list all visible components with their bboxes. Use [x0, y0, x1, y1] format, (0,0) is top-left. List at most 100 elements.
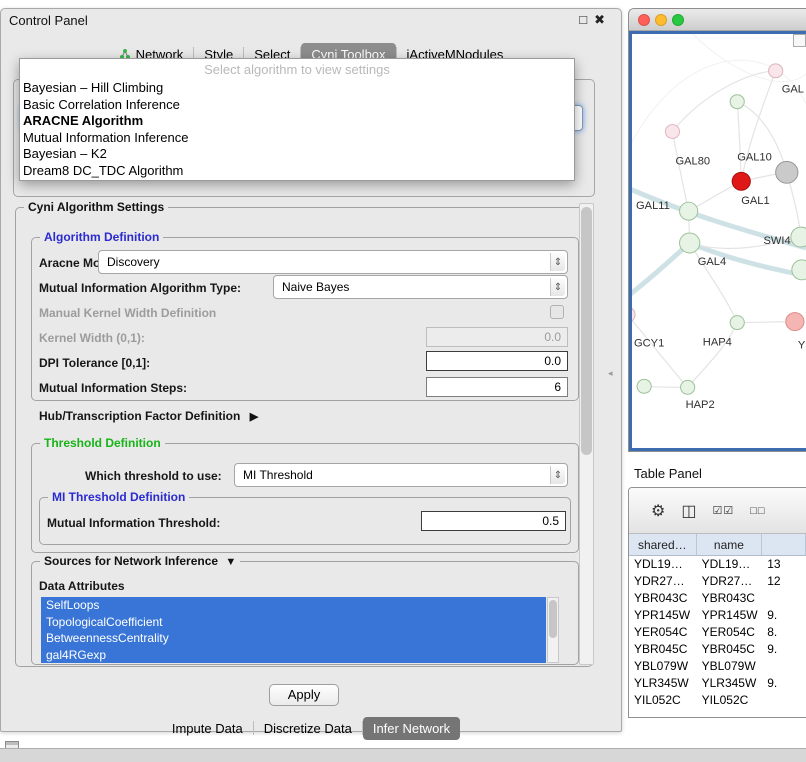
hub-definition-toggle[interactable]: Hub/Transcription Factor Definition ▶: [39, 409, 258, 423]
dropdown-item[interactable]: Mutual Information Inference: [20, 130, 574, 147]
network-node[interactable]: [637, 379, 651, 393]
close-icon[interactable]: ✖: [594, 12, 605, 28]
network-node[interactable]: [769, 64, 783, 78]
kernel-width-field[interactable]: [426, 327, 568, 347]
network-node[interactable]: [632, 307, 635, 323]
table-row[interactable]: YLR345W YLR345W 9.: [629, 675, 806, 692]
network-node[interactable]: [730, 95, 744, 109]
table-cell: 12: [762, 573, 806, 590]
algorithm-dropdown-popup: Select algorithm to view settings Bayesi…: [19, 58, 575, 181]
attribute-list-item[interactable]: BetweennessCentrality: [41, 630, 546, 647]
which-threshold-combobox[interactable]: MI Threshold ⇕: [234, 463, 568, 487]
chevron-updown-icon: ⇕: [550, 466, 565, 484]
manual-kernel-checkbox[interactable]: [550, 305, 564, 319]
dropdown-item[interactable]: Dream8 DC_TDC Algorithm: [20, 163, 574, 180]
network-node[interactable]: [680, 202, 698, 220]
sources-group-title[interactable]: Sources for Network Inference ▼: [40, 554, 240, 568]
network-node-label: SWI4: [764, 235, 791, 247]
network-node[interactable]: [776, 161, 798, 183]
attribute-list-item[interactable]: TopologicalCoefficient: [41, 614, 546, 631]
network-node[interactable]: [792, 260, 806, 280]
aracne-mode-combobox[interactable]: Discovery ⇕: [98, 250, 568, 274]
scrollbar-thumb[interactable]: [549, 600, 557, 638]
network-node-label: GAL11: [636, 200, 670, 212]
hub-definition-label: Hub/Transcription Factor Definition: [39, 409, 240, 423]
manual-kernel-label: Manual Kernel Width Definition: [39, 306, 216, 320]
table-row[interactable]: YER054C YER054C 8.: [629, 624, 806, 641]
zoom-traffic-icon[interactable]: [672, 14, 684, 26]
network-background-arcs: [632, 34, 806, 163]
dropdown-item-selected[interactable]: ARACNE Algorithm: [20, 113, 574, 130]
table-row[interactable]: YBL079W YBL079W: [629, 658, 806, 675]
scrollbar-thumb[interactable]: [581, 207, 592, 455]
table-cell: 9.: [762, 607, 806, 624]
attribute-list: SelfLoops TopologicalCoefficient Between…: [41, 597, 546, 663]
dropdown-item[interactable]: Bayesian – K2: [20, 146, 574, 163]
network-node[interactable]: [680, 233, 700, 253]
mi-steps-field[interactable]: [426, 377, 568, 397]
network-node-label: Y: [798, 340, 806, 352]
table-row[interactable]: YIL052C YIL052C: [629, 692, 806, 709]
table-cell: 9.: [762, 641, 806, 658]
network-node-labels: GAL80 GAL10 GAL11 GAL1 SWI4 GAL4 GCY1 HA…: [634, 84, 806, 411]
column-header[interactable]: [762, 534, 806, 555]
deselect-all-icon[interactable]: □□: [750, 505, 765, 517]
attribute-list-item[interactable]: gal4RGexp: [41, 647, 546, 664]
view-corner-box: [793, 34, 806, 47]
table-toolbar: ⚙ ◫ ☑☑ □□: [629, 488, 806, 534]
network-node[interactable]: [786, 313, 804, 331]
network-node[interactable]: [730, 316, 744, 330]
gear-icon[interactable]: ⚙: [651, 501, 665, 521]
mi-type-combobox[interactable]: Naive Bayes ⇕: [273, 275, 568, 299]
network-node-highlighted[interactable]: [732, 172, 750, 190]
table-row[interactable]: YDR27… YDR27… 12: [629, 573, 806, 590]
splitter-collapse-handle[interactable]: ◂: [608, 367, 618, 379]
columns-icon[interactable]: ◫: [681, 501, 696, 521]
table-cell: YBL079W: [697, 658, 763, 675]
network-node-label: GAL80: [676, 155, 711, 167]
apply-button[interactable]: Apply: [269, 684, 339, 706]
table-cell: YPR145W: [697, 607, 763, 624]
dropdown-item[interactable]: Bayesian – Hill Climbing: [20, 80, 574, 97]
table-row[interactable]: YPR145W YPR145W 9.: [629, 607, 806, 624]
tab-infer-network[interactable]: Infer Network: [363, 717, 460, 740]
mi-threshold-label: Mutual Information Threshold:: [47, 516, 220, 530]
select-all-icon[interactable]: ☑☑: [712, 504, 734, 517]
float-window-icon[interactable]: □: [579, 12, 587, 28]
mi-type-label: Mutual Information Algorithm Type:: [39, 281, 241, 295]
tab-discretize-data[interactable]: Discretize Data: [254, 717, 362, 740]
network-node-label: GAL: [782, 84, 804, 96]
chevron-right-icon: ▶: [250, 411, 258, 423]
network-node[interactable]: [791, 227, 806, 247]
table-cell: [762, 590, 806, 607]
mi-threshold-field[interactable]: [421, 511, 566, 531]
table-row[interactable]: YBR043C YBR043C: [629, 590, 806, 607]
table-row[interactable]: YDL19… YDL19… 13: [629, 556, 806, 573]
network-node-label: GAL10: [737, 151, 772, 163]
network-node[interactable]: [681, 380, 695, 394]
table-cell: [762, 692, 806, 709]
data-attributes-label: Data Attributes: [39, 579, 125, 593]
column-header[interactable]: name: [697, 534, 763, 555]
group-title: MI Threshold Definition: [48, 490, 189, 504]
minimize-traffic-icon[interactable]: [655, 14, 667, 26]
network-node-label: GAL1: [741, 195, 769, 207]
which-threshold-label: Which threshold to use:: [85, 469, 222, 483]
table-cell: 9.: [762, 675, 806, 692]
dpi-tolerance-field[interactable]: [426, 351, 568, 371]
tab-label: Impute Data: [172, 721, 243, 736]
tab-label: Discretize Data: [264, 721, 352, 736]
table-cell: 8.: [762, 624, 806, 641]
attribute-list-item[interactable]: SelfLoops: [41, 597, 546, 614]
window-title: Control Panel: [9, 13, 88, 28]
dropdown-item[interactable]: Basic Correlation Inference: [20, 97, 574, 114]
table-cell: YPR145W: [629, 607, 697, 624]
tab-impute-data[interactable]: Impute Data: [162, 717, 253, 740]
table-cell: YDL19…: [697, 556, 763, 573]
column-header[interactable]: shared…: [629, 534, 697, 555]
table-row[interactable]: YBR045C YBR045C 9.: [629, 641, 806, 658]
table-cell: YER054C: [697, 624, 763, 641]
network-node[interactable]: [665, 125, 679, 139]
close-traffic-icon[interactable]: [638, 14, 650, 26]
network-canvas[interactable]: GAL80 GAL10 GAL11 GAL1 SWI4 GAL4 GCY1 HA…: [629, 31, 806, 451]
